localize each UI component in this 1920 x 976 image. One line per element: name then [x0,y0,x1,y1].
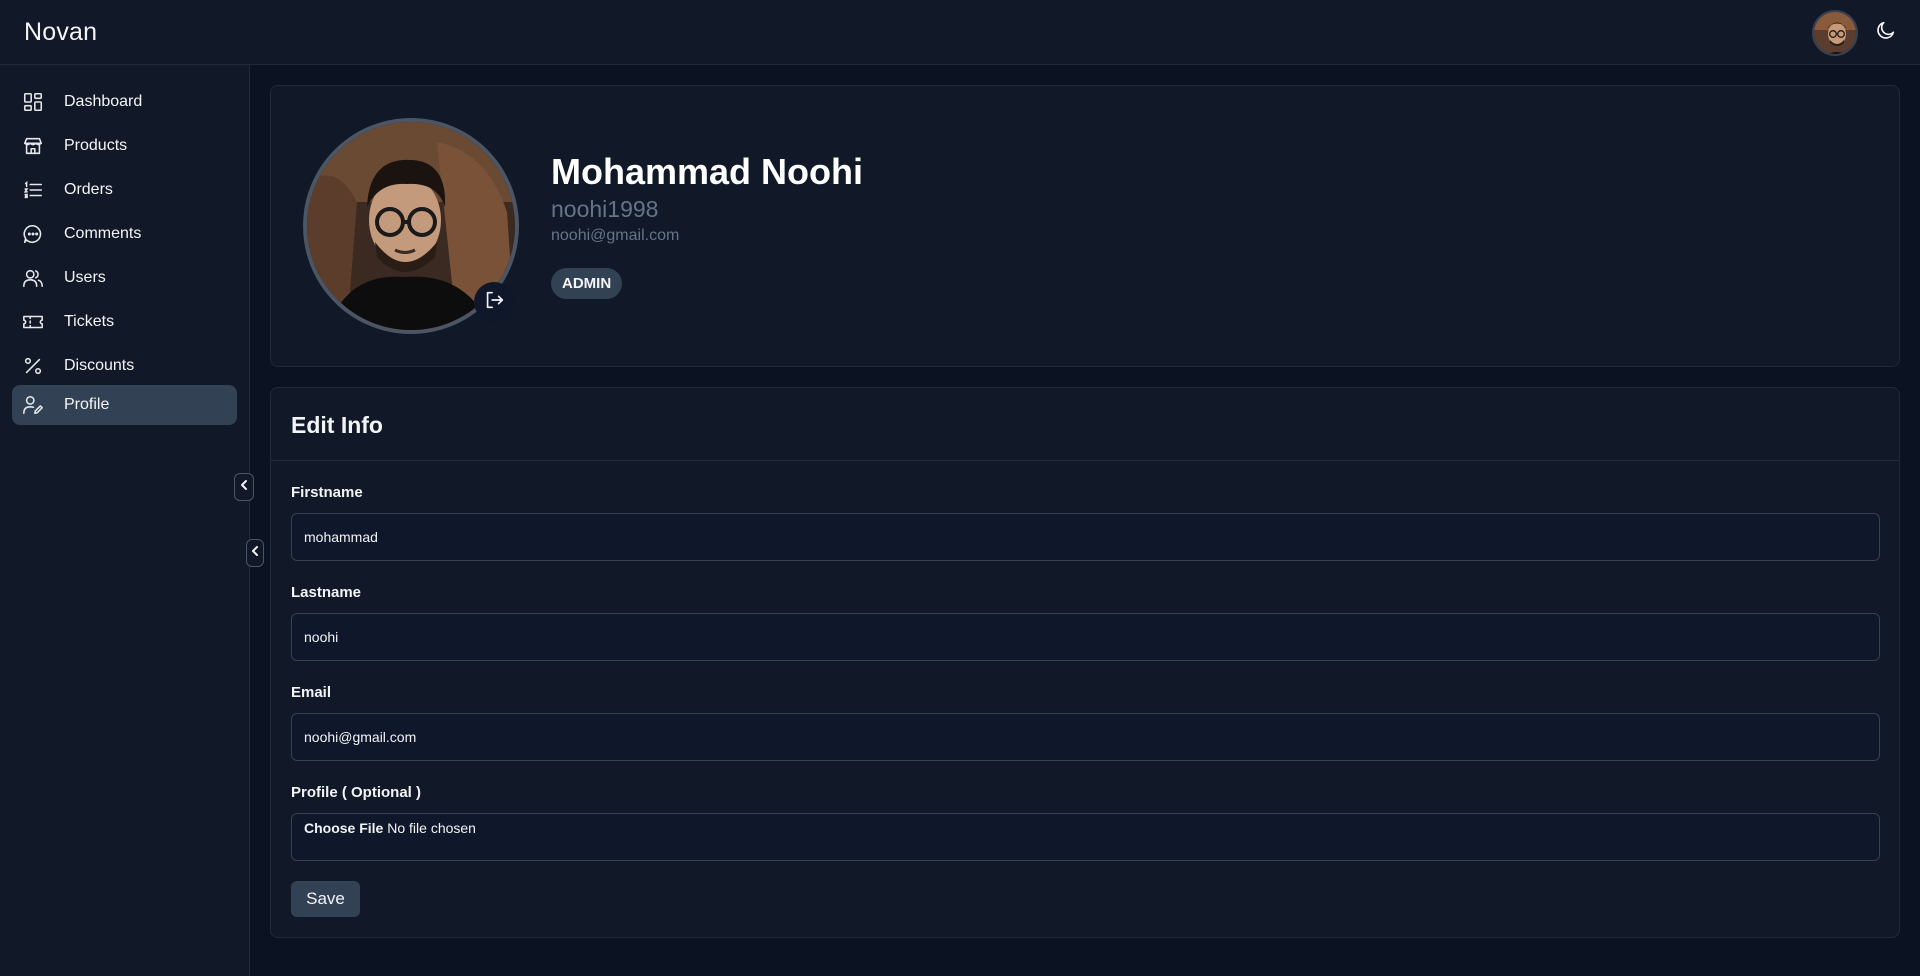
sidebar-item-label: Profile [64,396,110,413]
sidebar-item-products[interactable]: Products [12,126,237,166]
sidebar-collapse-button[interactable] [234,473,254,501]
firstname-label: Firstname [291,484,363,501]
sidebar-item-label: Products [64,137,128,154]
profile-name: Mohammad Noohi [551,151,863,192]
chevron-left-icon [239,478,249,496]
logout-icon [483,289,505,316]
sidebar-item-label: Comments [64,225,142,242]
lastname-input[interactable] [291,613,1880,661]
edit-info-title: Edit Info [291,412,383,438]
sidebar-item-label: Dashboard [64,93,143,110]
sidebar-item-comments[interactable]: Comments [12,214,237,254]
profile-file-input[interactable]: Choose File No file chosen [291,813,1880,861]
firstname-input[interactable] [291,513,1880,561]
edit-info-card: Edit Info Firstname Lastname Email Profi… [270,387,1900,938]
sidebar-item-orders[interactable]: Orders [12,170,237,210]
profile-email: noohi@gmail.com [551,227,680,244]
profile-card [270,85,1900,367]
profile-image-label: Profile ( Optional ) [291,784,421,801]
moon-icon [1875,19,1897,46]
file-status: No file chosen [387,820,476,836]
choose-file-button[interactable]: Choose File [304,820,383,836]
save-button[interactable]: Save [291,881,360,917]
theme-toggle-button[interactable] [1870,16,1902,48]
email-input[interactable] [291,713,1880,761]
users-icon [20,265,46,291]
dashboard-icon [20,89,46,115]
role-badge: ADMIN [551,268,623,299]
sidebar-expand-button[interactable] [246,539,264,567]
percent-icon [20,353,46,379]
sidebar-item-label: Orders [64,181,113,198]
sidebar-item-profile[interactable]: Profile [12,385,237,425]
edit-info-header: Edit Info [271,388,1899,461]
sidebar-item-label: Tickets [64,313,115,330]
sidebar-item-tickets[interactable]: Tickets [12,302,237,342]
sidebar-item-dashboard[interactable]: Dashboard [12,82,237,122]
sidebar-item-users[interactable]: Users [12,258,237,298]
chevron-left-icon [250,544,260,562]
logout-button[interactable] [474,282,514,322]
email-label: Email [291,684,332,701]
ticket-icon [20,309,46,335]
chat-icon [20,221,46,247]
user-avatar[interactable] [1812,10,1858,56]
sidebar: Dashboard Products Orders Comments Users… [0,65,250,976]
top-bar: Novan [0,0,1920,65]
profile-avatar-wrapper [303,118,519,334]
lastname-label: Lastname [291,584,362,601]
user-edit-icon [20,392,46,418]
sidebar-item-label: Discounts [64,357,135,374]
sidebar-item-discounts[interactable]: Discounts [12,346,237,386]
sidebar-item-label: Users [64,269,106,286]
store-icon [20,133,46,159]
brand-name[interactable]: Novan [24,18,97,47]
list-icon [20,177,46,203]
profile-username: noohi1998 [551,196,659,222]
